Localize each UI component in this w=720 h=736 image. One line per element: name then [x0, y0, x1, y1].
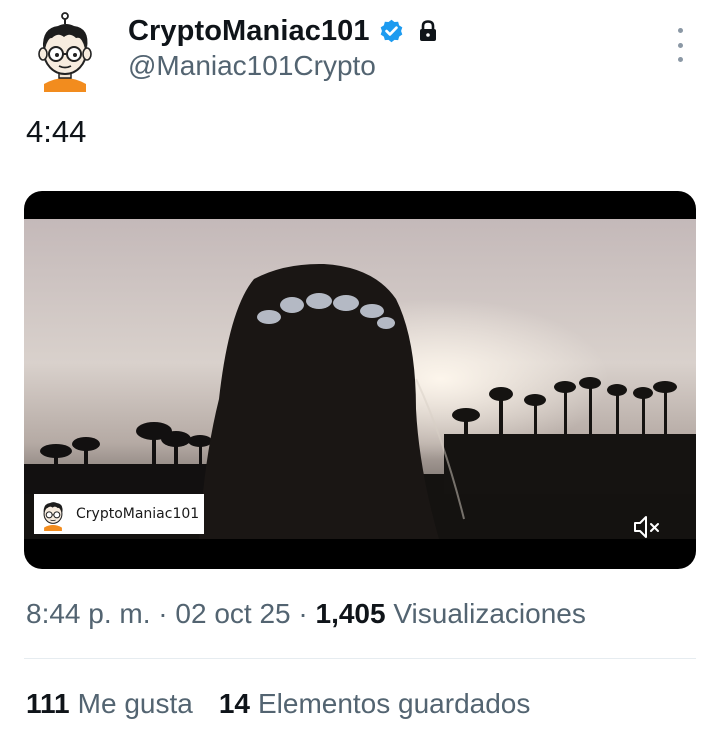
engagement-stats: 111 Me gusta 14 Elementos guardados: [26, 688, 530, 720]
meta-separator: ·: [298, 598, 308, 629]
author-name-row: CryptoManiac101: [128, 12, 439, 50]
bookmarks-label: Elementos guardados: [257, 688, 531, 719]
likes-count: 111: [26, 688, 70, 719]
tweet-text: 4:44: [26, 114, 87, 149]
divider: [24, 658, 696, 659]
avatar[interactable]: [30, 12, 100, 92]
tweet-metadata: 8:44 p. m. · 02 oct 25 · 1,405 Visualiza…: [26, 598, 586, 630]
views-count: 1,405: [315, 598, 386, 629]
tweet-detail: CryptoManiac101 @Maniac101Crypto 4:44 Cr…: [0, 0, 720, 736]
bookmarks-count: 14: [218, 688, 250, 719]
menu-dot: [677, 28, 683, 33]
menu-dot: [677, 57, 683, 62]
tweet-date[interactable]: 02 oct 25: [175, 598, 290, 629]
bookmarks-stat[interactable]: 14 Elementos guardados: [219, 688, 531, 720]
watermark-name: CryptoManiac101: [76, 506, 200, 522]
lock-icon: [419, 20, 436, 41]
views-label: Visualizaciones: [393, 598, 586, 629]
volume-muted-icon[interactable]: [632, 514, 662, 540]
likes-label: Me gusta: [77, 688, 193, 719]
author-handle[interactable]: @Maniac101Crypto: [128, 50, 376, 82]
more-vertical-icon[interactable]: [670, 28, 690, 62]
watermark-avatar-icon: [43, 502, 63, 531]
display-name[interactable]: CryptoManiac101: [128, 15, 370, 48]
verified-badge-icon[interactable]: [378, 18, 405, 45]
video-frame: [24, 219, 696, 539]
cartoon-avatar-icon: [38, 12, 92, 92]
menu-dot: [677, 42, 683, 48]
meta-separator: ·: [158, 598, 168, 629]
video-player[interactable]: CryptoManiac101: [24, 191, 696, 569]
likes-stat[interactable]: 111 Me gusta: [26, 688, 193, 720]
video-watermark: CryptoManiac101: [34, 494, 204, 534]
video-thumbnail: [24, 219, 696, 539]
tweet-time[interactable]: 8:44 p. m.: [26, 598, 151, 629]
